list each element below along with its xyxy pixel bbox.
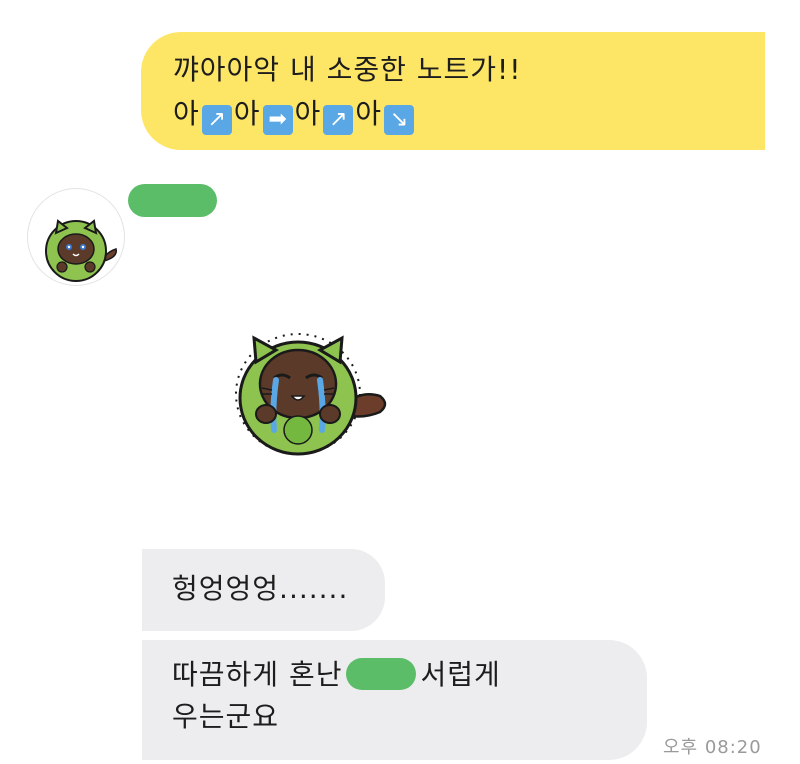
sender-avatar[interactable]: [27, 188, 125, 286]
arrow-right-icon: ➡: [262, 105, 293, 135]
name-censor: [346, 658, 417, 690]
received-message-bubble[interactable]: 따끔하게 혼난 서럽게 우는군요: [142, 640, 647, 760]
arrow-upper-right-icon: ↗: [201, 105, 232, 135]
arrow-lower-right-icon: ↘: [384, 105, 415, 135]
sent-message-line-1: 꺄아아악 내 소중한 노트가!!: [173, 53, 522, 86]
text-segment: 아: [173, 97, 200, 130]
sent-message-line-2: 아 ↗ 아 ➡ 아 ↗ 아 ↘: [173, 92, 765, 136]
text-segment: 서럽게: [420, 658, 501, 691]
text-segment: 아: [294, 97, 322, 130]
crying-raccoon-sticker-icon: [235, 333, 387, 456]
chat-screen: 꺄아아악 내 소중한 노트가!! 아 ↗ 아 ➡ 아 ↗ 아 ↘ 헝엉엉엉...…: [0, 0, 800, 764]
text-segment: 아: [355, 97, 383, 130]
raccoon-avatar-icon: [45, 219, 117, 282]
text-segment: 따끔하게 혼난: [172, 658, 343, 691]
arrow-upper-right-icon: ↗: [323, 105, 354, 135]
sent-message-bubble[interactable]: 꺄아아악 내 소중한 노트가!! 아 ↗ 아 ➡ 아 ↗ 아 ↘: [141, 32, 765, 150]
sticker-message[interactable]: [222, 322, 394, 458]
text-segment: 아: [233, 97, 261, 130]
received-message-line-1: 따끔하게 혼난 서럽게: [172, 654, 647, 696]
sender-name-censor: [128, 184, 217, 217]
received-message-text: 헝엉엉엉.......: [172, 572, 349, 605]
received-message-line-2: 우는군요: [172, 700, 280, 733]
message-timestamp: 오후 08:20: [663, 737, 762, 758]
received-message-bubble[interactable]: 헝엉엉엉.......: [142, 549, 385, 631]
